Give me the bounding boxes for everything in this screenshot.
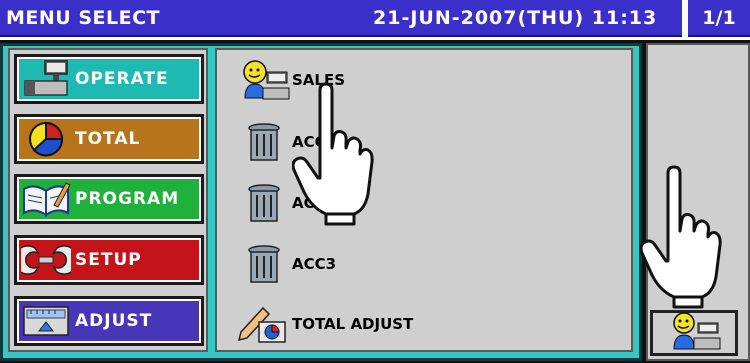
- program-label: PROGRAM: [75, 189, 180, 209]
- pie-chart-icon: [17, 118, 75, 160]
- title-bar: MENU SELECT 21-JUN-2007(THU) 11:13 1/1: [0, 0, 750, 37]
- total-adjust-label: TOTAL ADJUST: [292, 315, 414, 333]
- scale-icon: [17, 300, 75, 342]
- program-button[interactable]: PROGRAM: [14, 174, 204, 224]
- pointing-hand-icon: [639, 165, 724, 315]
- acc3-label: ACC3: [292, 255, 337, 273]
- clerk-register-icon: [236, 58, 292, 102]
- clerk-register-icon: [664, 311, 724, 355]
- adjust-button[interactable]: ADJUST: [14, 296, 204, 346]
- adjust-label: ADJUST: [75, 311, 153, 331]
- clerk-register-button[interactable]: [650, 310, 738, 356]
- screen-title: MENU SELECT: [6, 7, 160, 29]
- setup-label: SETUP: [75, 250, 142, 270]
- operate-label: OPERATE: [75, 69, 169, 89]
- acc3-menu-item[interactable]: ACC3: [236, 242, 336, 286]
- wrench-icon: [17, 239, 75, 281]
- trash-can-icon: [236, 181, 292, 225]
- total-button[interactable]: TOTAL: [14, 114, 204, 164]
- date-time: 21-JUN-2007(THU) 11:13: [373, 7, 658, 29]
- pencil-chart-icon: [236, 302, 292, 346]
- setup-button[interactable]: SETUP: [14, 235, 204, 285]
- open-book-icon: [17, 178, 75, 220]
- page-indicator: 1/1: [688, 0, 750, 37]
- trash-can-icon: [236, 242, 292, 286]
- total-label: TOTAL: [75, 129, 141, 149]
- operate-button[interactable]: OPERATE: [14, 54, 204, 104]
- title-bar-main: MENU SELECT 21-JUN-2007(THU) 11:13: [0, 0, 682, 37]
- register-icon: [17, 58, 75, 100]
- total-adjust-menu-item[interactable]: TOTAL ADJUST: [236, 302, 413, 346]
- trash-can-icon: [236, 120, 292, 164]
- pointing-hand-icon: [291, 82, 376, 232]
